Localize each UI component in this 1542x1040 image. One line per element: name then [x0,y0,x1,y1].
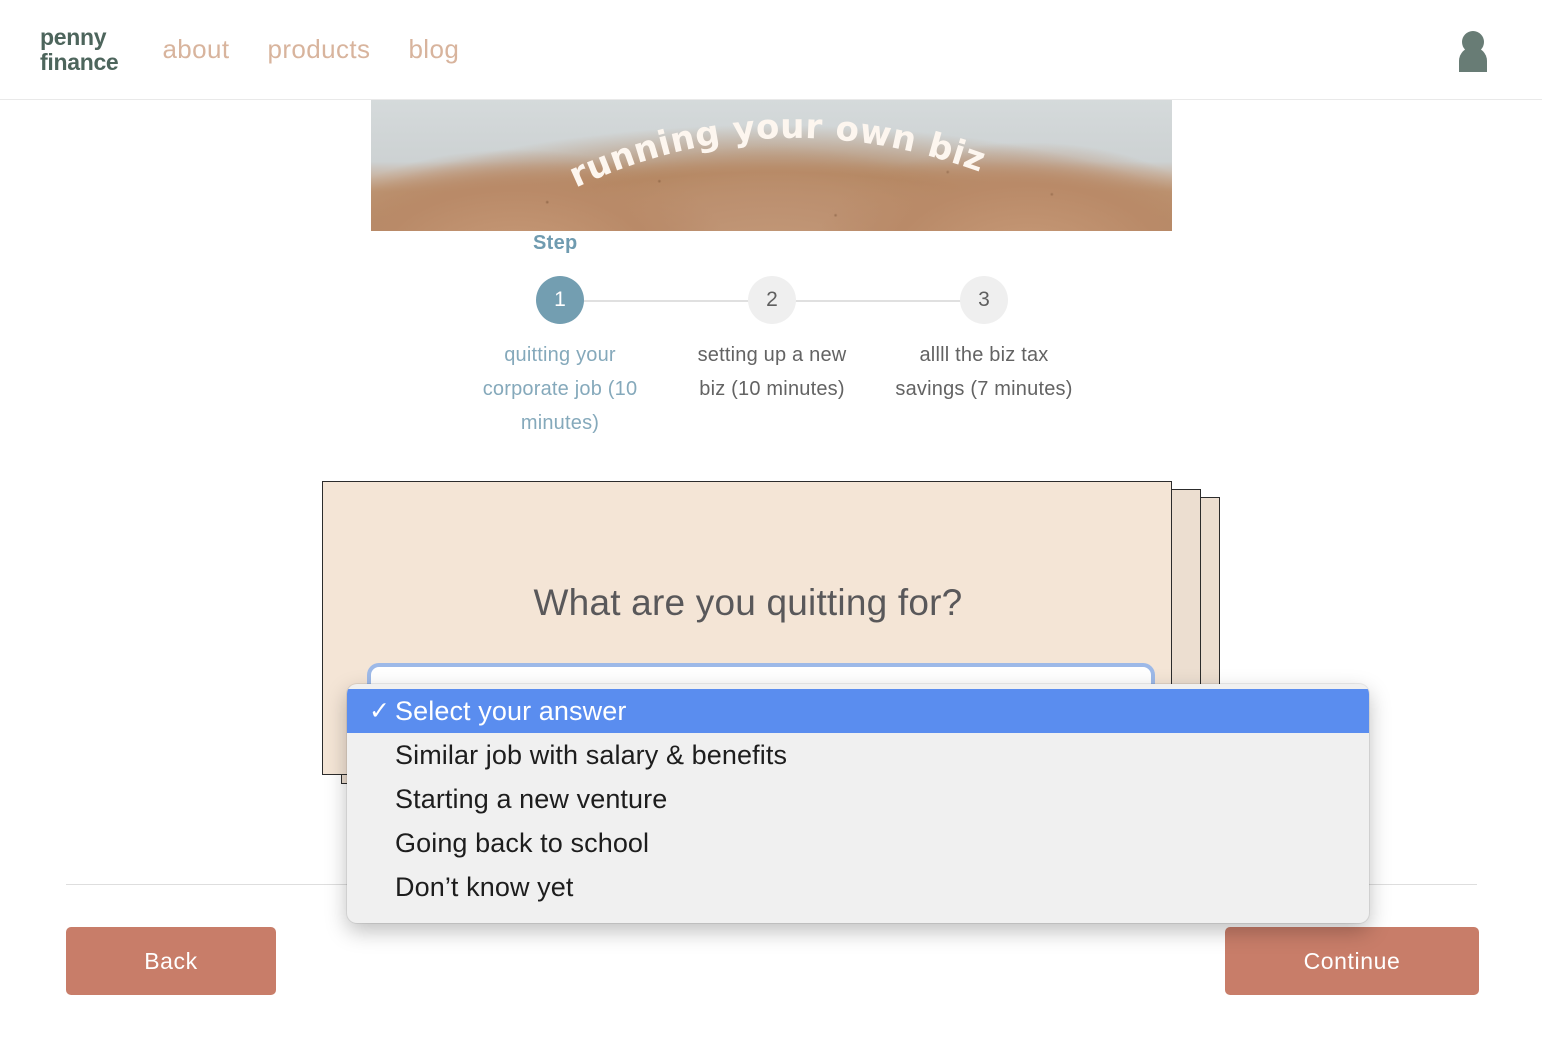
hero-image: running your own biz [371,100,1172,231]
stepper-step-1[interactable]: 1 quitting your corporate job (10 minute… [470,276,650,440]
hero-arc-label: running your own biz [563,107,990,196]
answer-dropdown-menu[interactable]: ✓ Select your answer ✓ Similar job with … [347,684,1369,923]
dropdown-option-label: Going back to school [395,827,650,858]
dropdown-option-3[interactable]: ✓ Going back to school [347,821,1369,865]
step-caption-3: allll the biz tax savings (7 minutes) [895,344,1073,400]
site-header: penny finance about products blog [0,0,1542,100]
step-caption-1: quitting your corporate job (10 minutes) [482,344,638,434]
dropdown-option-label: Select your answer [395,695,627,726]
nav-link-about[interactable]: about [162,34,229,65]
dropdown-option-4[interactable]: ✓ Don’t know yet [347,865,1369,909]
dropdown-option-0[interactable]: ✓ Select your answer [347,689,1369,733]
svg-text:running your own biz: running your own biz [563,107,991,196]
brand-logo[interactable]: penny finance [40,24,119,75]
checkmark-icon: ✓ [369,697,391,725]
nav-link-products[interactable]: products [268,34,371,65]
continue-button[interactable]: Continue [1225,927,1479,995]
checkmark-icon: ✓ [369,784,395,814]
hero-arc-text: running your own biz [563,107,991,196]
step-caption-2: setting up a new biz (10 minutes) [697,344,847,400]
user-avatar-icon[interactable] [1456,30,1490,72]
dropdown-option-label: Similar job with salary & benefits [395,739,788,770]
nav-link-blog[interactable]: blog [408,34,459,65]
checkmark-icon: ✓ [369,872,395,902]
main-navigation: about products blog [162,34,459,65]
checkmark-icon: ✓ [369,828,395,858]
stepper-step-3[interactable]: 3 allll the biz tax savings (7 minutes) [894,276,1074,406]
step-circle-2[interactable]: 2 [748,276,796,324]
question-title: What are you quitting for? [533,582,963,623]
checkmark-icon: ✓ [369,740,395,770]
stepper-step-2[interactable]: 2 setting up a new biz (10 minutes) [682,276,862,406]
stepper-label: Step [533,232,578,254]
step-circle-1[interactable]: 1 [536,276,584,324]
step-circle-3[interactable]: 3 [960,276,1008,324]
dropdown-option-1[interactable]: ✓ Similar job with salary & benefits [347,733,1369,777]
dropdown-option-2[interactable]: ✓ Starting a new venture [347,777,1369,821]
page-root: penny finance about products blog runnin… [0,0,1542,1040]
dropdown-option-label: Don’t know yet [395,871,574,902]
dropdown-option-label: Starting a new venture [395,783,668,814]
back-button[interactable]: Back [66,927,276,995]
